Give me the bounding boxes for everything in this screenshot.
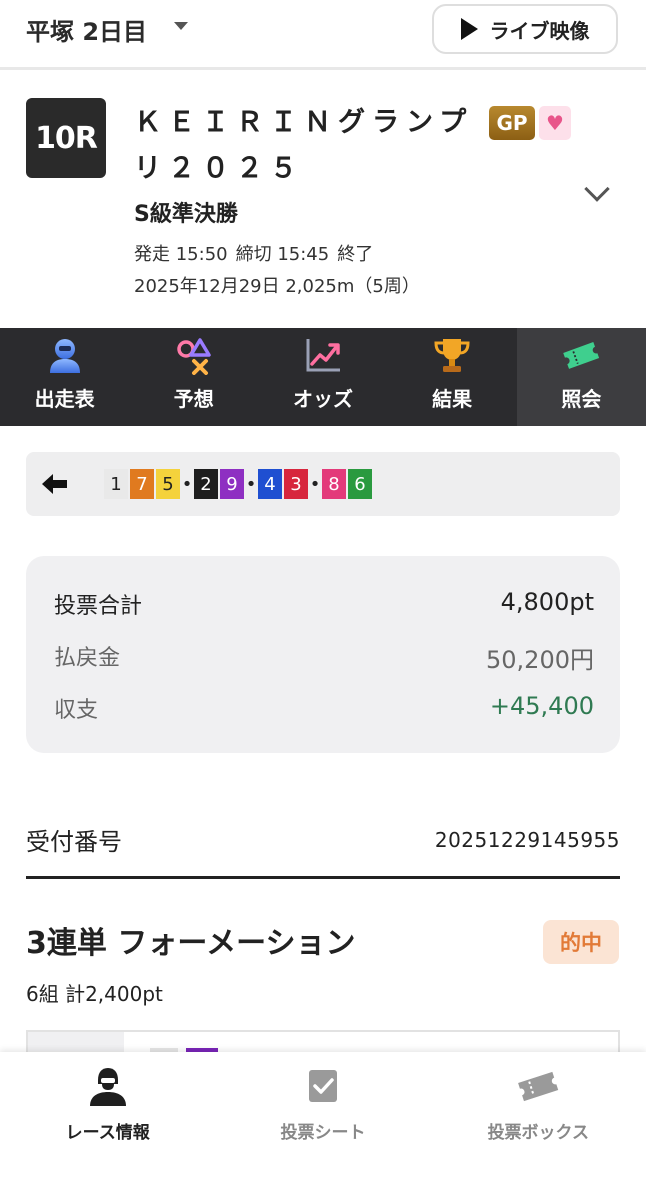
balance-row: 収支 +45,400 — [54, 692, 594, 724]
vote-sheet-icon — [308, 1070, 337, 1102]
nav-race-info[interactable]: レース情報 — [0, 1052, 215, 1200]
race-tab-bar: 出走表 予想 オッズ 結果 照会 — [0, 328, 646, 426]
summary-card: 投票合計 4,800pt 払戻金 50,200円 収支 +45,400 — [26, 556, 620, 753]
bike-number-7: 7 — [130, 469, 154, 499]
tab-inquiry[interactable]: 照会 — [516, 328, 646, 426]
caret-down-icon[interactable] — [174, 22, 188, 30]
payout-label: 払戻金 — [54, 646, 121, 671]
tab-odds[interactable]: オッズ — [258, 328, 387, 426]
balance-value: +45,400 — [489, 692, 594, 720]
racer-icon — [49, 339, 80, 373]
race-info-icon — [89, 1068, 126, 1106]
bike-number-5: 5 — [156, 469, 180, 499]
gp-badge: GP — [489, 106, 535, 140]
hit-badge: 的中 — [543, 920, 619, 964]
bike-number-9: 9 — [220, 469, 244, 499]
expand-chevron-icon[interactable] — [584, 176, 610, 202]
tab-label: 結果 — [432, 387, 473, 411]
bet-count: 6組 計2,400pt — [26, 982, 163, 1006]
play-icon — [460, 18, 478, 40]
total-value: 4,800pt — [500, 588, 594, 616]
payout-row: 払戻金 50,200円 — [54, 640, 594, 675]
bottom-navigation: レース情報 投票シート 投票ボックス — [0, 1052, 646, 1200]
group-separator-dot: • — [309, 473, 321, 495]
tab-results[interactable]: 結果 — [388, 328, 517, 426]
receipt-number: 20251229145955 — [434, 828, 620, 852]
favorite-heart-icon[interactable]: ♥ — [539, 106, 571, 140]
tab-label: 予想 — [173, 387, 214, 411]
race-status: 終了 — [337, 244, 374, 265]
nav-label: レース情報 — [65, 1123, 150, 1143]
live-video-label: ライブ映像 — [489, 18, 590, 43]
trophy-icon — [434, 339, 470, 372]
receipt-label: 受付番号 — [26, 828, 122, 856]
bike-number-2: 2 — [194, 469, 218, 499]
race-time-info: 発走 15:50 締切 15:45 終了 — [134, 240, 381, 266]
odds-chart-icon — [306, 339, 340, 372]
bike-number-1: 1 — [104, 469, 128, 499]
combination-digits: 1 7 5 • 2 9 • 4 3 • 8 6 — [104, 469, 372, 499]
nav-vote-sheet[interactable]: 投票シート — [215, 1052, 430, 1200]
tab-entries[interactable]: 出走表 — [0, 328, 129, 426]
balance-label: 収支 — [54, 698, 99, 723]
race-title: ＫＥＩＲＩＮグランプリ２０２５ — [134, 107, 474, 184]
ticket-icon — [563, 342, 600, 369]
prediction-icon — [177, 338, 211, 375]
bike-number-3: 3 — [284, 469, 308, 499]
race-date-distance: 2025年12月29日 2,025m（5周） — [134, 276, 420, 297]
total-row: 投票合計 4,800pt — [54, 588, 594, 620]
receipt-row: 受付番号 20251229145955 — [26, 822, 620, 879]
venue-selector[interactable]: 平塚 2日目 — [26, 12, 147, 47]
nav-label: 投票ボックス — [487, 1123, 590, 1143]
deadline-time: 締切 15:45 — [235, 244, 330, 265]
back-arrow-icon[interactable] — [40, 472, 68, 496]
payout-value: 50,200円 — [486, 646, 594, 674]
group-separator-dot: • — [181, 473, 193, 495]
tab-label: 出走表 — [34, 387, 95, 411]
nav-label: 投票シート — [280, 1123, 366, 1143]
group-separator-dot: • — [245, 473, 257, 495]
live-video-button[interactable]: ライブ映像 — [432, 4, 618, 54]
total-label: 投票合計 — [54, 594, 143, 619]
nav-vote-box[interactable]: 投票ボックス — [431, 1052, 646, 1200]
bike-number-4: 4 — [258, 469, 282, 499]
bike-number-8: 8 — [322, 469, 346, 499]
combination-row: 1 7 5 • 2 9 • 4 3 • 8 6 — [26, 452, 620, 516]
bike-number-6: 6 — [348, 469, 372, 499]
vote-box-icon — [518, 1071, 559, 1102]
tab-label: オッズ — [292, 387, 353, 411]
tab-label: 照会 — [561, 387, 602, 411]
bet-type-title: 3連単 フォーメーション — [26, 926, 356, 961]
race-number-badge: 10R — [26, 98, 106, 178]
tab-prediction[interactable]: 予想 — [129, 328, 258, 426]
top-bar: 平塚 2日目 ライブ映像 — [0, 0, 646, 70]
start-time: 発走 15:50 — [134, 244, 228, 265]
race-class: S級準決勝 — [134, 202, 238, 227]
